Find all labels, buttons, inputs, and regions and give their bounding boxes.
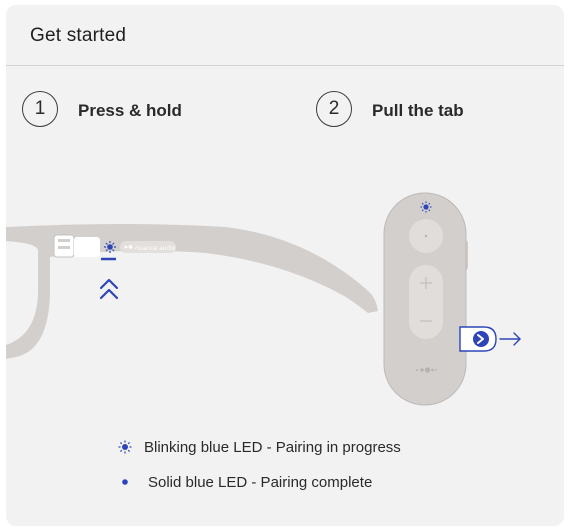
tab-chevron-right-icon — [473, 331, 489, 347]
remote-volume-rocker — [409, 265, 443, 339]
remote-control-illustration — [383, 192, 521, 406]
blinking-led-icon — [118, 440, 132, 454]
double-chevron-up-icon — [99, 278, 119, 300]
glasses-illustration: nuance audio — [6, 224, 378, 359]
temple-brand-text: nuance audio — [135, 245, 176, 252]
legend-blinking-text: Blinking blue LED - Pairing in progress — [144, 439, 401, 456]
legend-solid-text: Solid blue LED - Pairing complete — [148, 474, 373, 491]
pull-arrow-right-icon — [499, 332, 521, 346]
solid-led-dot-icon — [122, 479, 128, 485]
get-started-card: Get started 1 Press & hold 2 Pull the ta… — [6, 5, 564, 526]
